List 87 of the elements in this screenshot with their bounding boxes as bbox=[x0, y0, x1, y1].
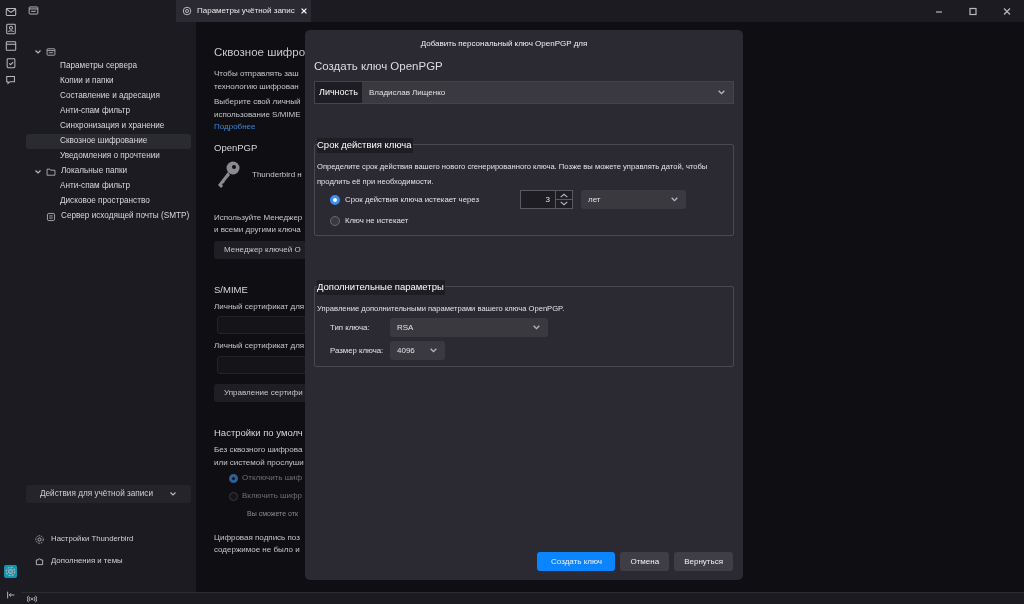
description-text: содержимое не было и bbox=[214, 544, 301, 556]
chat-icon[interactable] bbox=[4, 74, 17, 86]
spinner-icon[interactable] bbox=[555, 191, 572, 209]
fieldset-legend: Дополнительные параметры bbox=[317, 280, 445, 295]
radio-button[interactable] bbox=[330, 215, 340, 226]
unit-select[interactable]: лет bbox=[581, 190, 686, 210]
number-field[interactable]: 3 bbox=[520, 190, 573, 210]
manager-button[interactable]: Управление сертифи bbox=[214, 383, 306, 402]
section-heading: OpenPGP bbox=[214, 141, 259, 156]
address-book-icon[interactable] bbox=[4, 23, 17, 35]
description-text: или системой прослуши bbox=[214, 456, 305, 469]
folder-icon bbox=[46, 166, 56, 177]
chevron-icon bbox=[532, 323, 541, 333]
tree-label: Параметры сервера bbox=[60, 60, 138, 73]
dialog-heading: Создать ключ OpenPGP bbox=[314, 59, 444, 74]
tree-item[interactable]: Составление и адресация bbox=[26, 89, 191, 104]
tab-title: Параметры учётной запис bbox=[197, 5, 295, 17]
tree-item[interactable]: Локальные папки bbox=[26, 164, 191, 179]
calendar-icon[interactable] bbox=[4, 40, 17, 52]
chevron-icon bbox=[169, 490, 177, 498]
description-text: Thunderbird н bbox=[252, 168, 302, 181]
tree-item[interactable]: Анти-спам фильтр bbox=[26, 179, 191, 194]
page-heading: Сквозное шифро bbox=[214, 45, 306, 60]
description-text: Выберите свой личный bbox=[214, 96, 302, 109]
option-select[interactable]: 4096 bbox=[390, 341, 445, 361]
certificate-field[interactable] bbox=[217, 316, 306, 335]
radio-label: Включить шифр bbox=[242, 490, 303, 502]
tree-item[interactable]: Синхронизация и хранение bbox=[26, 119, 191, 134]
fieldset-legend: Срок действия ключа bbox=[317, 138, 413, 153]
description-text: технологию шифрован bbox=[214, 80, 300, 93]
tree-label: Уведомления о прочтении bbox=[60, 150, 160, 163]
online-status-icon[interactable] bbox=[27, 594, 37, 603]
tree-item[interactable]: Копии и папки bbox=[26, 74, 191, 89]
radio-button[interactable] bbox=[229, 473, 238, 483]
mail-icon[interactable] bbox=[4, 6, 17, 18]
tree-item[interactable]: Анти-спам фильтр bbox=[26, 104, 191, 119]
account-actions-button[interactable]: Действия для учётной записи bbox=[26, 485, 191, 503]
tree-label: Анти-спам фильтр bbox=[60, 105, 131, 118]
gear-icon bbox=[182, 6, 192, 16]
chevron-icon bbox=[429, 346, 438, 356]
tree-label: Сквозное шифрование bbox=[60, 135, 148, 148]
tasks-icon[interactable] bbox=[4, 57, 17, 69]
description-text: Без сквозного шифрова bbox=[214, 444, 304, 456]
server-icon bbox=[46, 211, 56, 222]
chevron-icon bbox=[670, 195, 679, 205]
tree-item[interactable]: Параметры сервера bbox=[26, 59, 191, 74]
manager-button[interactable]: Менеджер ключей О bbox=[214, 240, 306, 259]
tree-label: Дисковое пространство bbox=[60, 195, 150, 208]
account-icon bbox=[28, 5, 39, 16]
tree-label: Составление и адресация bbox=[60, 90, 160, 103]
tree-item[interactable]: Сквозное шифрование bbox=[26, 134, 191, 149]
description-text: и всеми другими ключа bbox=[214, 224, 302, 236]
tree-label: Копии и папки bbox=[60, 75, 114, 88]
close-icon[interactable] bbox=[1002, 6, 1012, 16]
dialog-button[interactable]: Вернуться bbox=[674, 552, 733, 571]
radio-label: Отключить шиф bbox=[242, 472, 303, 484]
gear-icon bbox=[34, 533, 45, 545]
description-text: Используйте Менеджер bbox=[214, 211, 304, 224]
tree-item[interactable]: Дисковое пространство bbox=[26, 194, 191, 209]
section-heading: Настройки по умолч bbox=[214, 425, 304, 440]
create-key-button[interactable]: Создать ключ bbox=[537, 552, 616, 571]
option-select[interactable]: RSA bbox=[390, 318, 548, 338]
description-text: Личный сертификат для bbox=[214, 340, 306, 353]
settings-tab[interactable]: Параметры учётной запис bbox=[176, 0, 311, 22]
learn-more-link[interactable]: Подробнее bbox=[214, 122, 256, 132]
radio-button[interactable] bbox=[229, 491, 238, 501]
tree-label: Анти-спам фильтр bbox=[60, 180, 131, 193]
collapse-icon[interactable] bbox=[5, 590, 16, 600]
description-text: использование S/MIME bbox=[214, 108, 302, 121]
dialog-button[interactable]: Отмена bbox=[620, 552, 670, 571]
maximize-icon[interactable] bbox=[968, 6, 978, 16]
dialog-title: Добавить персональный ключ OpenPGP для bbox=[419, 38, 589, 50]
tree-item[interactable]: Сервер исходящей почты (SMTP) bbox=[26, 209, 191, 224]
account-icon bbox=[46, 46, 56, 57]
chevron-icon[interactable] bbox=[34, 167, 42, 176]
radio-button[interactable] bbox=[330, 194, 340, 205]
description-text: Чтобы отправлять заш bbox=[214, 68, 300, 81]
tree-label: Сервер исходящей почты (SMTP) bbox=[61, 210, 190, 223]
certificate-field[interactable] bbox=[217, 355, 306, 374]
description-text: Личный сертификат для bbox=[214, 300, 306, 313]
chevron-icon[interactable] bbox=[34, 47, 42, 56]
tree-label: Локальные папки bbox=[61, 165, 128, 178]
section-heading: S/MIME bbox=[214, 282, 249, 297]
settings-icon[interactable] bbox=[4, 565, 17, 578]
tree-label: Синхронизация и хранение bbox=[60, 120, 165, 133]
description-text: Цифровая подпись поз bbox=[214, 531, 301, 544]
tree-item[interactable]: Уведомления о прочтении bbox=[26, 149, 191, 164]
